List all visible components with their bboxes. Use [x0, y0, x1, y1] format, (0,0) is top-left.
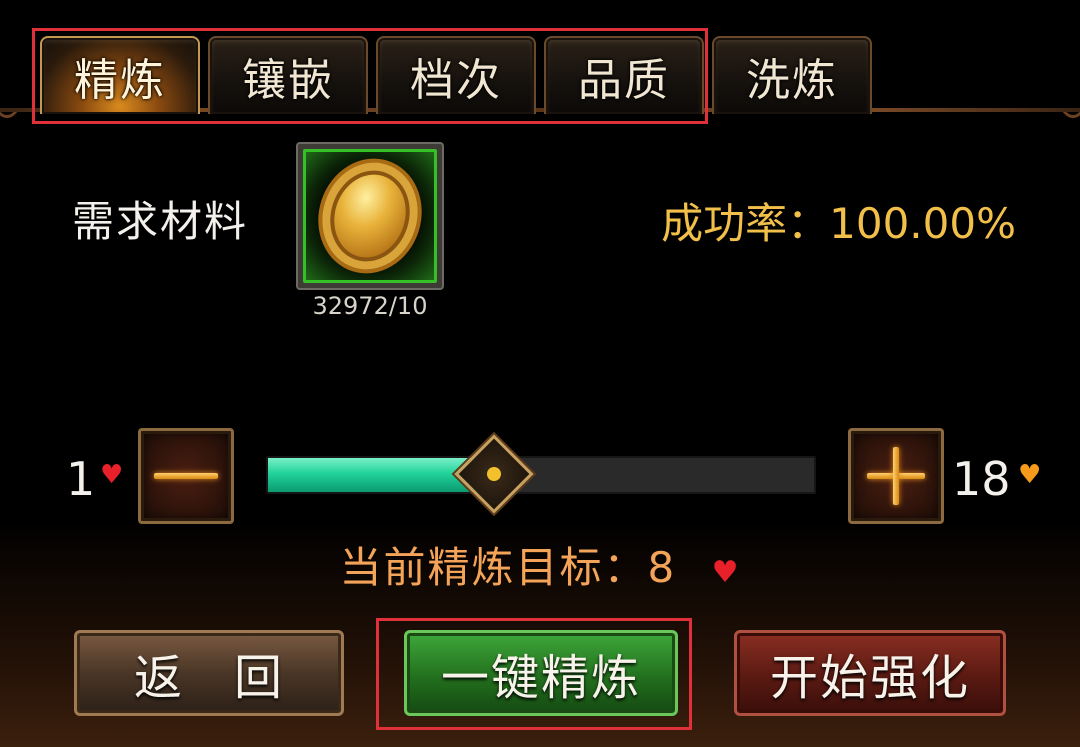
- back-button[interactable]: 返 回: [74, 630, 344, 716]
- required-material-label: 需求材料: [72, 197, 249, 246]
- material-count: 32972/10: [312, 292, 428, 320]
- plus-icon-v: [893, 447, 899, 505]
- slider-min-value: 1: [66, 452, 96, 506]
- level-slider-track[interactable]: [266, 456, 816, 494]
- tab-grade[interactable]: 档次: [376, 36, 536, 114]
- increase-button[interactable]: [848, 428, 944, 524]
- material-slot-frame: [303, 149, 437, 283]
- refine-target: 当前精炼目标：8 ♥: [0, 534, 1080, 595]
- heart-icon: ♥: [1018, 460, 1042, 490]
- refine-target-text: 当前精炼目标：8: [339, 543, 677, 592]
- start-enhance-button[interactable]: 开始强化: [734, 630, 1006, 716]
- gold-coin-icon: [308, 150, 432, 282]
- material-slot[interactable]: [296, 142, 444, 290]
- decrease-button[interactable]: [138, 428, 234, 524]
- tab-quality[interactable]: 品质: [544, 36, 704, 114]
- heart-icon: ♥: [711, 555, 741, 590]
- minus-icon: [154, 473, 218, 479]
- slider-max-value: 18: [952, 452, 1011, 506]
- tab-refine[interactable]: 精炼: [40, 36, 200, 114]
- tab-bar: 精炼 镶嵌 档次 品质 洗炼: [40, 36, 872, 114]
- tab-inlay[interactable]: 镶嵌: [208, 36, 368, 114]
- heart-icon: ♥: [100, 460, 124, 490]
- one-key-refine-button[interactable]: 一键精炼: [404, 630, 678, 716]
- tab-reforge[interactable]: 洗炼: [712, 36, 872, 114]
- success-rate: 成功率：100.00%: [661, 199, 1016, 248]
